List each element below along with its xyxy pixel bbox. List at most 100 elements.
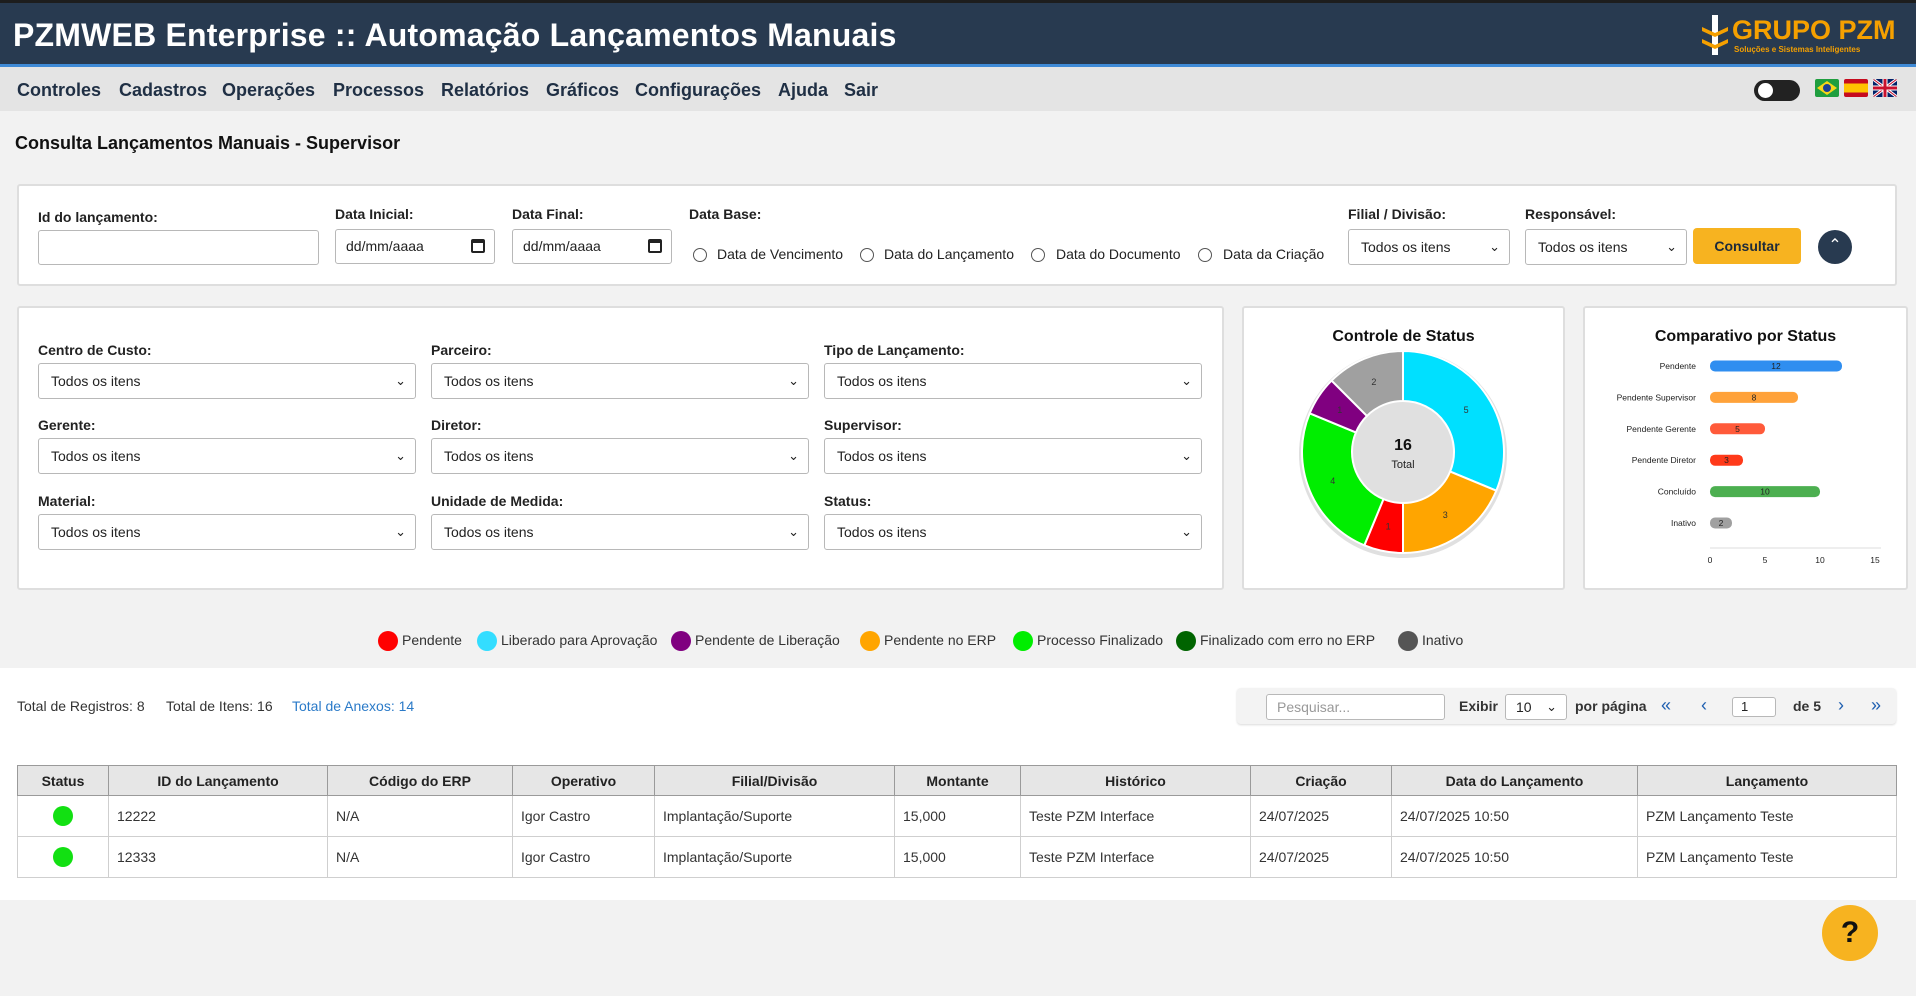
responsavel-select[interactable]: Todos os itens ⌄ <box>1525 229 1687 265</box>
data-inicial-input[interactable]: dd/mm/aaaa <box>335 229 495 264</box>
menu-cadastros[interactable]: Cadastros <box>119 80 207 101</box>
id-lancamento-input[interactable] <box>38 230 319 265</box>
menu-processos[interactable]: Processos <box>333 80 424 101</box>
menu-operacoes[interactable]: Operações <box>222 80 315 101</box>
calendar-icon[interactable] <box>471 239 485 253</box>
table-row[interactable]: 12222 N/A Igor Castro Implantação/Suport… <box>17 795 1897 837</box>
cell-filial: Implantação/Suporte <box>654 795 895 837</box>
collapse-filters-button[interactable]: ⌃ <box>1818 230 1852 264</box>
data-final-input[interactable]: dd/mm/aaaa <box>512 229 672 264</box>
legend-label: Pendente de Liberação <box>695 632 840 648</box>
search-input[interactable]: Pesquisar... <box>1266 694 1445 720</box>
chevron-down-icon: ⌄ <box>395 448 406 463</box>
status-comparison-chart: Comparativo por Status Pendente 12 Pendent… <box>1583 306 1908 590</box>
per-page-select[interactable]: 10 ⌄ <box>1505 694 1567 720</box>
col-montante[interactable]: Montante <box>894 765 1021 796</box>
legend-dot <box>671 631 691 651</box>
page-title: Consulta Lançamentos Manuais - Superviso… <box>15 133 401 153</box>
status-select-value: Todos os itens <box>837 524 927 540</box>
gerente-select[interactable]: Todos os itens ⌄ <box>38 438 416 474</box>
page-number-input[interactable]: 1 <box>1732 697 1776 717</box>
cell-montante: 15,000 <box>894 795 1021 837</box>
col-status[interactable]: Status <box>17 765 109 796</box>
radio-data-vencimento[interactable] <box>693 248 707 262</box>
dark-mode-toggle[interactable] <box>1754 80 1800 101</box>
donut-slice-label: 2 <box>1371 377 1376 387</box>
prev-page-icon[interactable]: ‹ <box>1701 695 1707 716</box>
supervisor-select-value: Todos os itens <box>837 448 927 464</box>
table-header-row: Status ID do Lançamento Código do ERP Op… <box>17 765 1897 796</box>
parceiro-select[interactable]: Todos os itens ⌄ <box>431 363 809 399</box>
supervisor-select[interactable]: Todos os itens ⌄ <box>824 438 1202 474</box>
menu-sair[interactable]: Sair <box>844 80 878 101</box>
per-page-value: 10 <box>1516 699 1532 715</box>
status-cell <box>17 836 109 878</box>
material-select[interactable]: Todos os itens ⌄ <box>38 514 416 550</box>
next-page-icon[interactable]: › <box>1838 695 1844 716</box>
col-historico[interactable]: Histórico <box>1020 765 1251 796</box>
diretor-select[interactable]: Todos os itens ⌄ <box>431 438 809 474</box>
cell-operativo: Igor Castro <box>512 836 655 878</box>
parceiro-select-value: Todos os itens <box>444 373 534 389</box>
bar-chart: Pendente 12 Pendente Supervisor 8 Pendente G… <box>1617 360 1881 565</box>
chevron-down-icon: ⌄ <box>1489 239 1500 254</box>
material-select-value: Todos os itens <box>51 524 141 540</box>
cell-codigo-erp: N/A <box>327 836 513 878</box>
col-codigo-erp[interactable]: Código do ERP <box>327 765 513 796</box>
donut-slice-label: 1 <box>1386 522 1391 532</box>
bar-value-label: 2 <box>1719 518 1724 528</box>
chevron-down-icon: ⌄ <box>395 373 406 388</box>
cell-operativo: Igor Castro <box>512 795 655 837</box>
status-dot <box>53 806 73 826</box>
first-page-icon[interactable]: « <box>1661 695 1671 716</box>
radio-data-lancamento[interactable] <box>860 248 874 262</box>
cell-criacao: 24/07/2025 <box>1250 836 1392 878</box>
data-inicial-label: Data Inicial: <box>335 206 414 222</box>
legend-label: Liberado para Aprovação <box>501 632 658 648</box>
company-logo: GRUPO PZM Soluções e Sistemas Inteligent… <box>1700 13 1898 57</box>
filial-select[interactable]: Todos os itens ⌄ <box>1348 229 1510 265</box>
menu-configuracoes[interactable]: Configurações <box>635 80 761 101</box>
donut-total-value: 16 <box>1394 437 1412 454</box>
top-header: PZMWEB Enterprise :: Automação Lançament… <box>0 0 1916 67</box>
col-criacao[interactable]: Criação <box>1250 765 1392 796</box>
diretor-label: Diretor: <box>431 417 482 433</box>
chevron-down-icon: ⌄ <box>395 524 406 539</box>
x-tick-label: 15 <box>1870 555 1880 565</box>
total-itens: Total de Itens: 16 <box>166 698 273 714</box>
status-select[interactable]: Todos os itens ⌄ <box>824 514 1202 550</box>
flag-uk-icon[interactable] <box>1873 79 1897 97</box>
legend-label: Pendente no ERP <box>884 632 997 648</box>
tipo-lancamento-select[interactable]: Todos os itens ⌄ <box>824 363 1202 399</box>
flag-brazil-icon[interactable] <box>1815 79 1839 97</box>
cell-filial: Implantação/Suporte <box>654 836 895 878</box>
menu-ajuda[interactable]: Ajuda <box>778 80 828 101</box>
help-button[interactable]: ? <box>1822 905 1878 961</box>
menu-relatorios[interactable]: Relatórios <box>441 80 529 101</box>
cell-data-lancamento: 24/07/2025 10:50 <box>1391 795 1638 837</box>
calendar-icon[interactable] <box>648 239 662 253</box>
chevron-down-icon: ⌄ <box>1546 699 1557 714</box>
col-data-lancamento[interactable]: Data do Lançamento <box>1391 765 1638 796</box>
bar-category-label: Pendente Supervisor <box>1617 392 1697 402</box>
diretor-select-value: Todos os itens <box>444 448 534 464</box>
legend-label: Finalizado com erro no ERP <box>1200 632 1376 648</box>
menu-graficos[interactable]: Gráficos <box>546 80 619 101</box>
col-operativo[interactable]: Operativo <box>512 765 655 796</box>
radio-data-documento[interactable] <box>1031 248 1045 262</box>
radio-data-criacao[interactable] <box>1198 248 1212 262</box>
last-page-icon[interactable]: » <box>1871 695 1881 716</box>
unidade-medida-select[interactable]: Todos os itens ⌄ <box>431 514 809 550</box>
col-lancamento[interactable]: Lançamento <box>1637 765 1897 796</box>
col-id-lancamento[interactable]: ID do Lançamento <box>108 765 328 796</box>
consultar-button[interactable]: Consultar <box>1693 228 1801 264</box>
filial-select-value: Todos os itens <box>1361 239 1451 255</box>
total-anexos[interactable]: Total de Anexos: 14 <box>292 698 414 714</box>
radio-label-data-vencimento: Data de Vencimento <box>717 246 844 262</box>
col-filial[interactable]: Filial/Divisão <box>654 765 895 796</box>
centro-custo-select[interactable]: Todos os itens ⌄ <box>38 363 416 399</box>
flag-spain-icon[interactable] <box>1844 79 1868 97</box>
bar-value-label: 8 <box>1752 392 1757 402</box>
menu-controles[interactable]: Controles <box>17 80 101 101</box>
table-row[interactable]: 12333 N/A Igor Castro Implantação/Suport… <box>17 836 1897 878</box>
